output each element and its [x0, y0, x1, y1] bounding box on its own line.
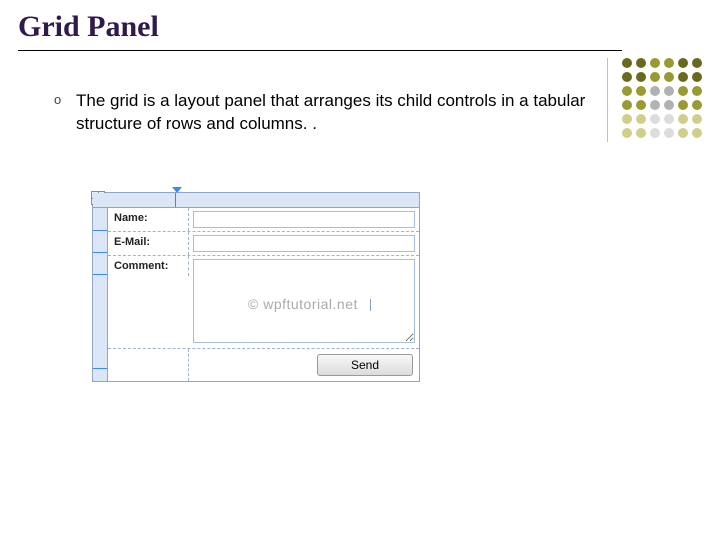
- grid-cells: Name: E-Mail: Comment:: [108, 208, 419, 381]
- row-email: E-Mail:: [108, 232, 419, 256]
- slide-title: Grid Panel: [18, 10, 622, 51]
- name-field[interactable]: [193, 211, 415, 228]
- send-button[interactable]: Send: [317, 354, 413, 376]
- side-ruler: [93, 208, 108, 381]
- top-ruler: [93, 193, 419, 208]
- email-field[interactable]: [193, 235, 415, 252]
- label-comment: Comment:: [108, 256, 189, 276]
- divider: [607, 58, 608, 142]
- row-send: Send: [108, 349, 419, 381]
- comment-field[interactable]: [193, 259, 415, 343]
- label-name: Name:: [108, 208, 189, 231]
- label-email: E-Mail:: [108, 232, 189, 255]
- bullet-text: The grid is a layout panel that arranges…: [76, 90, 596, 136]
- bullet-item: o The grid is a layout panel that arrang…: [56, 90, 596, 136]
- row-name: Name:: [108, 208, 419, 232]
- row-comment: Comment:: [108, 256, 419, 349]
- bullet-marker: o: [54, 91, 61, 109]
- decorative-dot-grid: [622, 58, 702, 138]
- grid-sample: Name: E-Mail: Comment:: [92, 192, 422, 382]
- grid-outline: Name: E-Mail: Comment:: [92, 192, 420, 382]
